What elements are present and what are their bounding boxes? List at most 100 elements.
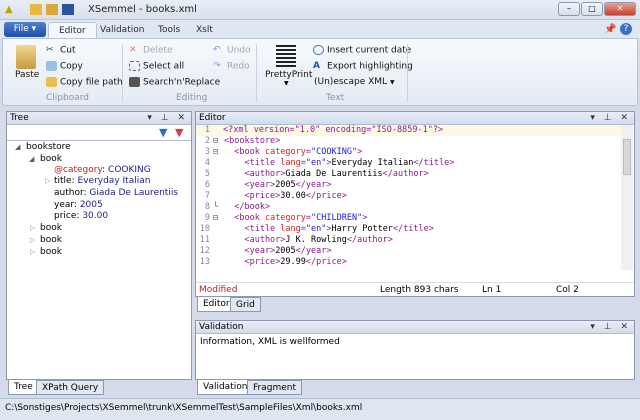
fold-toggle-icon[interactable]: ⊟ bbox=[213, 136, 218, 146]
help-icon[interactable]: ? bbox=[620, 23, 632, 35]
pretty-print-button[interactable]: PrettyPrint bbox=[265, 70, 312, 80]
code-token: "COOKING" bbox=[311, 147, 358, 157]
pin-icon[interactable]: 📌 bbox=[604, 24, 616, 35]
editing-group-label: Editing bbox=[176, 93, 208, 103]
length-status: Length 893 chars bbox=[380, 285, 459, 295]
redo-icon: ↷ bbox=[213, 61, 221, 71]
divider bbox=[256, 44, 257, 102]
editor-status: Modified Length 893 chars Ln 1 Col 2 bbox=[196, 282, 634, 296]
node-key: title: bbox=[54, 176, 75, 186]
line-number: 4 bbox=[204, 158, 210, 168]
validation-message: Information, XML is wellformed bbox=[200, 337, 340, 347]
validation-panel-header: Validation ▾ ⊥ ✕ bbox=[196, 321, 634, 334]
code-editor[interactable]: 1 <?xml version="1.0" encoding="ISO-8859-… bbox=[196, 125, 634, 270]
panel-controls[interactable]: ▾ ⊥ ✕ bbox=[590, 112, 631, 124]
maximize-button[interactable]: □ bbox=[581, 2, 603, 16]
tree-node-year[interactable]: year: 2005 bbox=[54, 200, 103, 210]
tab-fragment[interactable]: Fragment bbox=[247, 380, 302, 395]
code-token: <year> bbox=[224, 180, 276, 190]
fold-line-icon: └ bbox=[213, 202, 219, 212]
tab-xpath-query[interactable]: XPath Query bbox=[36, 380, 105, 395]
tab-grid-view[interactable]: Grid bbox=[230, 297, 261, 312]
code-line: <bookstore> bbox=[224, 136, 280, 146]
scrollbar-thumb[interactable] bbox=[623, 139, 631, 175]
tree-filter-bar: ▼ ▼ bbox=[7, 125, 191, 141]
divider bbox=[122, 44, 123, 102]
collapse-icon[interactable]: ▷ bbox=[45, 177, 50, 185]
cut-button[interactable]: ✂ Cut bbox=[46, 45, 76, 56]
unescape-xml-dropdown[interactable]: (Un)escape XML ▼ bbox=[314, 77, 395, 87]
node-value: Giada De Laurentiis bbox=[89, 188, 179, 198]
code-line: </book> bbox=[224, 202, 270, 212]
tree-node-book[interactable]: book bbox=[40, 154, 62, 164]
code-token: J K. Rowling bbox=[285, 235, 347, 245]
panel-controls[interactable]: ▾ ⊥ ✕ bbox=[590, 321, 631, 333]
search-replace-button[interactable]: Search'n'Replace bbox=[129, 77, 220, 88]
code-line: <year>2005</year> bbox=[224, 246, 331, 256]
tab-tree[interactable]: Tree bbox=[8, 380, 39, 395]
code-token: Everyday Italian bbox=[331, 158, 414, 168]
close-button[interactable]: ✕ bbox=[604, 2, 636, 16]
node-value: Everyday Italian bbox=[77, 176, 151, 186]
collapse-icon[interactable]: ▷ bbox=[30, 224, 35, 232]
tab-tools[interactable]: Tools bbox=[148, 22, 190, 39]
minimize-button[interactable]: – bbox=[558, 2, 580, 16]
clear-filter-icon[interactable]: ▼ bbox=[175, 126, 183, 139]
tree-node-bookstore[interactable]: bookstore bbox=[26, 142, 71, 152]
panel-controls[interactable]: ▾ ⊥ ✕ bbox=[147, 112, 188, 124]
code-line: <author>Giada De Laurentiis</author> bbox=[224, 169, 429, 179]
vertical-scrollbar[interactable] bbox=[621, 125, 633, 270]
tree-node-book[interactable]: book bbox=[40, 223, 62, 233]
tree-filter-input[interactable] bbox=[9, 127, 159, 138]
export-highlighting-button[interactable]: A Export highlighting bbox=[313, 61, 413, 72]
line-number: 5 bbox=[204, 169, 210, 179]
insert-date-button[interactable]: Insert current date bbox=[313, 45, 411, 56]
select-all-button[interactable]: Select all bbox=[129, 61, 184, 72]
redo-button[interactable]: ↷ Redo bbox=[213, 61, 250, 72]
code-token: 29.99 bbox=[280, 257, 306, 267]
expand-icon[interactable]: ◢ bbox=[15, 143, 20, 151]
editor-panel-title: Editor bbox=[199, 113, 226, 123]
tree-node-price[interactable]: price: 30.00 bbox=[54, 211, 108, 221]
save-icon[interactable] bbox=[62, 4, 74, 15]
pretty-print-icon bbox=[276, 45, 296, 67]
code-token: <author> bbox=[224, 169, 286, 179]
clipboard-group-label: Clipboard bbox=[46, 93, 89, 103]
undo-button[interactable]: ↶ Undo bbox=[213, 45, 251, 56]
chevron-down-icon[interactable]: ▼ bbox=[284, 80, 289, 87]
file-menu-button[interactable]: File ▾ bbox=[4, 22, 46, 37]
expand-icon[interactable]: ◢ bbox=[29, 155, 34, 163]
code-token: category bbox=[264, 213, 306, 223]
open-recent-icon[interactable] bbox=[46, 4, 58, 15]
collapse-icon[interactable]: ▷ bbox=[30, 248, 35, 256]
filter-icon[interactable]: ▼ bbox=[159, 126, 167, 139]
window-title: XSemmel - books.xml bbox=[88, 4, 197, 15]
tree-node-category[interactable]: @category: COOKING bbox=[54, 165, 151, 175]
tab-validation[interactable]: Validation bbox=[90, 22, 154, 39]
tree-node-title[interactable]: title: Everyday Italian bbox=[54, 176, 150, 186]
copy-file-path-button[interactable]: Copy file path bbox=[46, 77, 123, 88]
binoculars-icon bbox=[129, 77, 140, 87]
code-token: <bookstore> bbox=[224, 136, 281, 146]
node-key: year: bbox=[54, 200, 77, 210]
collapse-icon[interactable]: ▷ bbox=[30, 236, 35, 244]
open-icon[interactable] bbox=[30, 4, 42, 15]
tab-xslt[interactable]: Xslt bbox=[186, 22, 223, 39]
paste-button[interactable]: Paste bbox=[15, 70, 39, 80]
line-number: 10 bbox=[199, 224, 210, 234]
delete-label: Delete bbox=[143, 45, 173, 56]
tree-node-book[interactable]: book bbox=[40, 247, 62, 257]
code-token: </author> bbox=[382, 169, 429, 179]
tree-node-author[interactable]: author: Giada De Laurentiis bbox=[54, 188, 178, 198]
chevron-down-icon: ▼ bbox=[389, 79, 395, 86]
tree-node-book[interactable]: book bbox=[40, 235, 62, 245]
code-token: <price> bbox=[224, 191, 281, 201]
fold-toggle-icon[interactable]: ⊟ bbox=[213, 213, 218, 223]
line-number: 7 bbox=[204, 191, 210, 201]
delete-button[interactable]: ✕ Delete bbox=[129, 45, 173, 56]
fold-toggle-icon[interactable]: ⊟ bbox=[213, 147, 218, 157]
tab-validation-view[interactable]: Validation bbox=[197, 380, 254, 395]
code-token: </title> bbox=[413, 158, 455, 168]
tree-panel: Tree ▾ ⊥ ✕ ▼ ▼ ◢ bookstore ◢ book @catego… bbox=[6, 111, 192, 380]
copy-button[interactable]: Copy bbox=[46, 61, 83, 72]
